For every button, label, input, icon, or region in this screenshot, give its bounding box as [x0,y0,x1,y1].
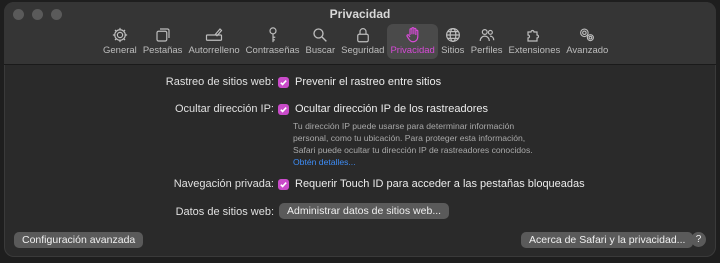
tab-avanzado[interactable]: Avanzado [563,24,611,59]
gears-icon [580,28,595,42]
hide-ip-label: Ocultar dirección IP: [174,103,274,115]
hide-ip-description: Tu dirección IP puede usarse para determ… [293,120,563,168]
magnifier-icon [313,28,328,42]
tracking-label: Rastreo de sitios web: [165,76,274,88]
prevent-tracking-checkbox[interactable] [278,76,289,88]
about-safari-privacy-button[interactable]: Acerca de Safari y la privacidad... [521,232,694,248]
private-browsing-row: Requerir Touch ID para acceder a las pes… [278,178,585,190]
hide-ip-row: Ocultar dirección IP de los rastreadores [278,103,488,115]
tab-pestanas[interactable]: Pestañas [140,24,186,59]
tab-privacidad[interactable]: Privacidad [387,24,438,59]
website-data-label: Datos de sitios web: [175,206,274,218]
help-button[interactable]: ? [691,232,706,247]
preferences-tabs: General Pestañas Autorrelleno Contraseña… [100,24,611,59]
window-title: Privacidad [329,7,391,21]
checkmark-icon [280,79,287,86]
tab-label: Privacidad [390,45,435,56]
hide-ip-desc-line: Tu dirección IP puede usarse para determ… [293,121,515,131]
globe-icon [445,28,460,42]
tracking-row: Prevenir el rastreo entre sitios [278,76,441,88]
toolbar: Privacidad General Pestañas Autorrelleno… [4,2,716,65]
tab-perfiles[interactable]: Perfiles [468,24,506,59]
tab-label: General [103,45,137,56]
tab-seguridad[interactable]: Seguridad [338,24,387,59]
learn-more-link[interactable]: Obtén detalles... [293,156,563,168]
hide-ip-checkbox[interactable] [278,103,289,115]
key-icon [269,27,277,43]
tab-label: Autorrelleno [188,45,240,56]
require-touch-id-text: Requerir Touch ID para acceder a las pes… [295,178,585,190]
tab-autorrelleno[interactable]: Autorrelleno [185,24,242,59]
tab-label: Buscar [305,45,336,56]
tab-label: Seguridad [341,45,385,56]
tab-label: Pestañas [142,45,183,56]
people-icon [479,29,494,42]
tab-label: Perfiles [470,45,503,56]
manage-website-data-button[interactable]: Administrar datos de sitios web... [279,203,450,219]
require-touch-id-checkbox[interactable] [278,178,289,190]
puzzle-icon [527,29,540,42]
tab-extensiones[interactable]: Extensiones [505,24,563,59]
lock-icon [356,28,369,43]
tab-label: Avanzado [566,45,609,56]
gear-icon [112,27,128,43]
preferences-window: Privacidad General Pestañas Autorrelleno… [4,2,716,257]
tab-sitios[interactable]: Sitios [438,24,468,59]
hand-icon [406,27,419,43]
hide-ip-text: Ocultar dirección IP de los rastreadores [295,103,488,115]
tabs-icon [156,28,170,42]
advanced-settings-button[interactable]: Configuración avanzada [14,232,144,248]
tab-contrasenas[interactable]: Contraseñas [243,24,303,59]
privacy-pane: Rastreo de sitios web: Prevenir el rastr… [4,65,716,257]
hide-ip-desc-line: Safari puede ocultar tu dirección IP de … [293,145,533,155]
checkmark-icon [280,106,287,113]
tab-label: Contraseñas [245,45,300,56]
checkmark-icon [280,181,287,188]
private-browsing-label: Navegación privada: [173,178,274,190]
tab-label: Sitios [441,45,465,56]
tab-label: Extensiones [508,45,561,56]
prevent-tracking-text: Prevenir el rastreo entre sitios [295,76,442,88]
tab-buscar[interactable]: Buscar [303,24,339,59]
hide-ip-desc-line: personal, como tu ubicación. Para proteg… [293,133,526,143]
pen-icon [205,28,223,41]
tab-general[interactable]: General [100,24,140,59]
